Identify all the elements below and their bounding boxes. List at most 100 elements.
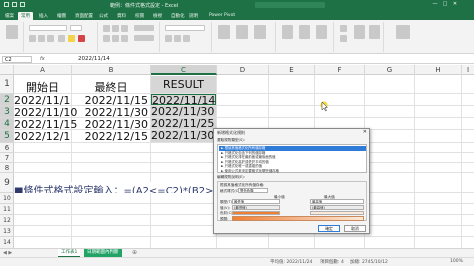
row-header-10[interactable]: 10 [0,193,14,204]
rule-type-item[interactable]: ► 使用公式來決定要格式化哪些儲存格 [219,169,366,174]
cancel-button[interactable]: 取消 [344,225,366,232]
tab-help[interactable]: 說明 [186,12,201,20]
row-header-12[interactable]: 12 [0,215,14,226]
tab-power-pivot[interactable]: Power Pivot [206,12,238,20]
row-header-6[interactable]: 6 [0,143,14,153]
minimize-button[interactable]: — [430,1,440,7]
insert-cells-icon[interactable] [282,25,293,39]
rule-type-list[interactable]: ► 根據其值格式化所有儲存格 ► 只格式化包含下列的儲存格 ► 只格式化排在最前… [217,144,367,173]
function-icon[interactable]: fx [40,56,45,62]
cell-a1[interactable]: 開始日 [14,79,71,95]
zoom-level[interactable]: 100% [450,259,463,264]
select-all-corner[interactable] [0,65,14,75]
new-formatting-rule-dialog[interactable]: 新增格式化規則 ✕ 選取規則類型(S): ► 根據其值格式化所有儲存格 ► 只格… [213,128,370,234]
underline-icon[interactable] [47,35,54,42]
cell-b5[interactable]: 2022/12/15 [72,130,148,143]
max-value-input[interactable]: (最高值) [310,205,364,210]
dialog-close-icon[interactable]: ✕ [363,129,367,135]
tab-data[interactable]: 資料 [114,12,129,20]
sort-filter-icon[interactable] [354,25,365,39]
cell-c4[interactable]: 2022/11/25 [151,118,216,129]
column-header-h[interactable]: H [415,65,462,75]
cell-b1[interactable]: 最終日 [72,79,150,95]
format-as-table-icon[interactable] [236,25,248,39]
formula-input[interactable]: 2022/11/14 [78,56,110,63]
row-header-14[interactable]: 14 [0,237,14,248]
max-type-select[interactable]: 最高值 [310,199,364,204]
cell-styles-icon[interactable] [254,25,266,39]
autosave-icon[interactable] [4,2,9,7]
align-center-icon[interactable] [112,35,119,42]
tab-automate[interactable]: 自動化 [168,12,188,20]
row-header-3[interactable]: 3 [0,106,14,118]
align-bottom-icon[interactable] [121,25,128,32]
font-color-icon[interactable] [78,35,85,42]
min-type-select[interactable]: 最低值 [232,199,280,204]
undo-icon[interactable] [20,2,25,7]
close-window-button[interactable]: ✕ [450,1,460,7]
wrap-text-icon[interactable] [134,25,154,31]
column-header-i[interactable]: I [462,65,474,75]
min-value-input[interactable]: (最低值) [232,205,280,210]
column-header-g[interactable]: G [365,65,415,75]
column-header-a[interactable]: A [14,65,72,75]
search-box[interactable] [255,2,325,8]
tab-review[interactable]: 校閱 [132,12,147,20]
save-icon[interactable] [12,2,17,7]
cell-c3[interactable]: 2022/11/30 [151,106,216,117]
column-header-e[interactable]: E [269,65,315,75]
align-top-icon[interactable] [103,25,110,32]
align-middle-icon[interactable] [112,25,119,32]
row-header-9[interactable]: 9 [0,173,14,193]
font-name-select[interactable] [29,25,67,31]
sheet-tab-1[interactable]: 工作表1 [58,249,81,257]
cell-c2[interactable]: 2022/11/14 [151,94,216,106]
tab-draw[interactable]: 繪圖 [54,12,69,20]
merge-center-icon[interactable] [134,35,154,41]
number-format-select[interactable] [165,25,205,31]
fill-icon[interactable] [340,35,347,42]
conditional-formatting-icon[interactable] [218,25,230,39]
row-header-5[interactable]: 5 [0,130,14,143]
sheet-tab-date-range[interactable]: 日期範圍內判斷 [84,249,122,257]
window-controls[interactable]: — □ ✕ [430,1,470,9]
align-left-icon[interactable] [103,35,110,42]
paste-icon[interactable] [6,25,18,39]
percent-icon[interactable] [174,35,181,42]
autosum-icon[interactable] [340,25,347,32]
align-right-icon[interactable] [121,35,128,42]
row-header-11[interactable]: 11 [0,204,14,215]
format-cells-icon[interactable] [316,25,327,39]
add-sheet-icon[interactable]: ⊕ [132,249,137,256]
formula-note-cell[interactable]: ■條件式格式設定輸入：=(A2<=C2)*(B2>=C [14,182,244,193]
row-header-7[interactable]: 7 [0,153,14,163]
format-style-select[interactable]: 雙色色階 [238,188,268,193]
comma-icon[interactable] [183,35,190,42]
min-color-select[interactable] [232,211,280,215]
sheet-nav-arrows-icon[interactable]: ◀ ▶ [3,250,12,256]
row-header-4[interactable]: 4 [0,118,14,130]
cell-c5[interactable]: 2022/11/30 [151,130,216,142]
border-icon[interactable] [58,35,65,42]
tab-insert[interactable]: 插入 [36,12,51,20]
maximize-button[interactable]: □ [440,1,450,7]
tab-home[interactable]: 常用 [18,12,33,20]
italic-icon[interactable] [38,35,45,42]
bold-icon[interactable] [29,35,36,42]
fill-color-icon[interactable] [68,35,75,42]
find-select-icon[interactable] [369,25,380,39]
column-header-b[interactable]: B [72,65,151,75]
add-ins-icon[interactable] [396,25,410,39]
max-color-select[interactable] [310,211,364,215]
currency-icon[interactable] [165,35,172,42]
column-header-d[interactable]: D [217,65,269,75]
row-header-8[interactable]: 8 [0,163,14,173]
column-header-f[interactable]: F [315,65,365,75]
column-header-c[interactable]: C [151,65,217,75]
cell-a5[interactable]: 2022/12/1 [14,130,70,143]
tab-formulas[interactable]: 公式 [96,12,111,20]
row-header-2[interactable]: 2 [0,94,14,106]
cell-c1[interactable]: RESULT [151,76,216,93]
quick-access-toolbar[interactable] [4,2,46,8]
name-box[interactable]: C2 [2,56,32,63]
